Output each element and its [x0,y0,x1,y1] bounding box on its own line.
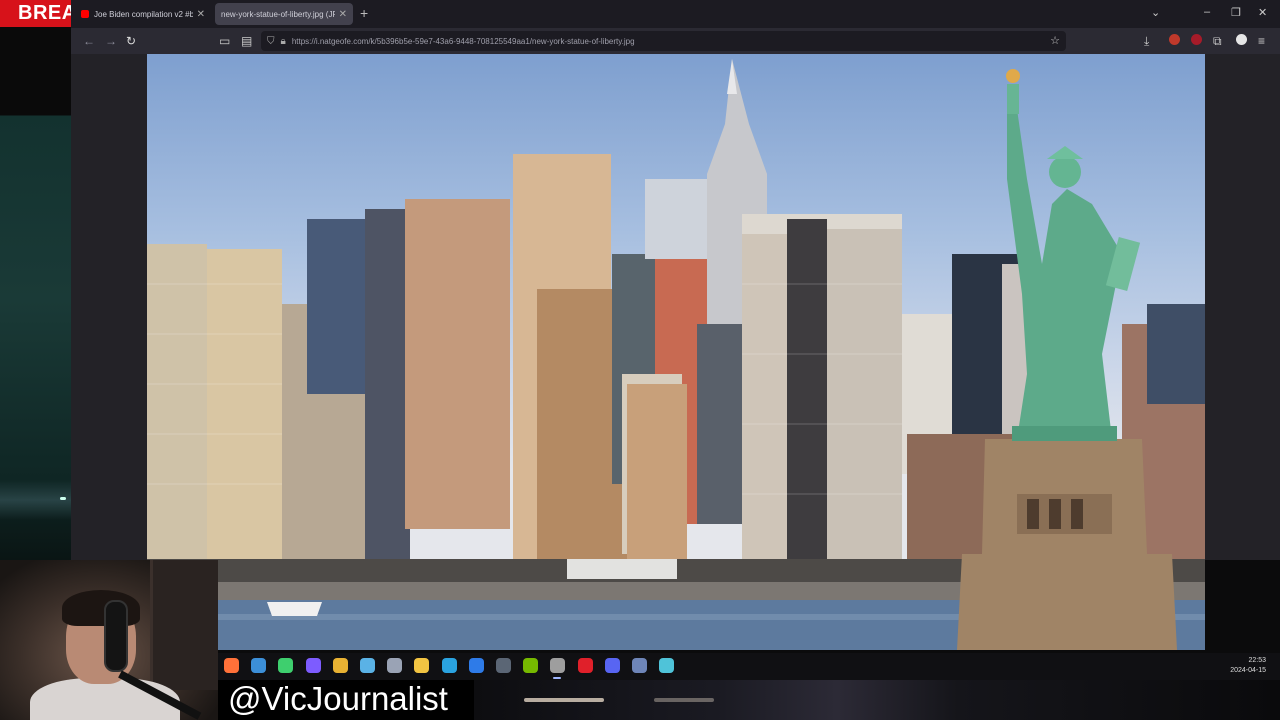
stream-background-bottom [474,680,1280,720]
firefox-blue-icon[interactable] [468,658,484,673]
background-light [524,698,604,702]
notepad-icon[interactable] [659,658,675,673]
telegram-icon[interactable] [441,658,457,673]
breaking-news-text: BREA [18,2,71,24]
close-tab-icon[interactable]: ✕ [339,9,347,20]
account-icon[interactable] [1236,34,1247,45]
reader-view-icon[interactable]: ▤ [241,34,252,48]
extension-red-icon[interactable] [1169,34,1180,45]
settings-icon[interactable] [387,658,403,673]
background-light-dot [60,497,66,500]
forward-icon[interactable]: → [105,34,117,48]
breaking-news-banner: BREA [0,0,71,27]
url-text[interactable]: https://i.natgeofe.com/k/5b396b5e-59e7-4… [292,37,635,46]
minimize-icon[interactable]: – [1204,6,1210,18]
close-tab-icon[interactable]: ✕ [197,9,205,20]
back-icon[interactable]: ← [83,34,95,48]
steam-icon[interactable] [496,658,511,673]
lock-icon[interactable]: 🔒︎ [281,36,286,47]
monitor-icon[interactable] [360,658,375,673]
restore-icon[interactable]: ❐ [1231,6,1241,19]
calculator-icon[interactable] [632,658,647,673]
streamer-webcam [0,560,218,720]
new-york-statue-of-liberty-image[interactable] [147,54,1205,650]
tab-bar: Joe Biden compilation v2 #bide ✕ new-yor… [71,0,1280,28]
active-app-indicator [553,677,562,679]
background-light-glow [0,480,71,520]
extension-ublock-icon[interactable] [1191,34,1202,45]
stream-background-left [0,0,71,560]
extensions-puzzle-icon[interactable]: ⧉ [1213,34,1222,49]
address-bar[interactable]: ⛉ 🔒︎ https://i.natgeofe.com/k/5b396b5e-5… [261,31,1066,51]
tab-statue-of-liberty-image[interactable]: new-york-statue-of-liberty.jpg (JP ✕ [215,3,353,25]
tab-title: Joe Biden compilation v2 #bide [94,9,193,19]
background-light [654,698,714,702]
shield-icon[interactable]: ⛉ [267,36,275,47]
close-icon[interactable]: ✕ [1258,6,1267,19]
nyc-skyline-illustration [147,59,1205,650]
clock-time: 22:53 [1248,657,1266,664]
streamer-handle: @VicJournalist [228,680,448,717]
opera-icon[interactable] [577,658,593,673]
downloads-icon[interactable]: ⤓ [1144,34,1149,49]
system-clock[interactable]: 22:53 2024-04-15 [1230,656,1266,676]
streamer-hair [62,590,140,626]
edge-icon[interactable] [251,658,267,673]
microphone-icon [104,600,128,672]
reload-icon[interactable]: ↻ [126,34,136,48]
app-hex-icon[interactable] [278,658,294,673]
webcam-background-door [150,560,218,690]
new-tab-button[interactable]: + [360,5,368,21]
obs-icon[interactable] [550,658,566,673]
firefox-icon[interactable] [224,658,239,673]
chrome-icon[interactable] [332,658,348,673]
chevron-down-icon[interactable]: ⌄ [1151,6,1160,19]
folder-icon[interactable] [414,658,430,673]
clock-date: 2024-04-15 [1230,667,1266,674]
bookmark-star-icon[interactable]: ☆ [1050,34,1060,47]
handle-banner: @VicJournalist [218,680,474,720]
tab-title: new-york-statue-of-liberty.jpg (JP [221,9,335,19]
taskbar: 22:53 2024-04-15 [218,653,1280,680]
sidebar-icon[interactable]: ▭ [219,34,230,48]
tab-joe-biden-video[interactable]: Joe Biden compilation v2 #bide ✕ [75,3,211,25]
nvidia-icon[interactable] [523,658,539,673]
menu-icon[interactable]: ≡ [1258,34,1265,48]
app-infinity-icon[interactable] [305,658,321,673]
youtube-icon [81,10,89,18]
navigation-toolbar: ← → ↻ ▭ ▤ ⛉ 🔒︎ https://i.natgeofe.com/k/… [71,28,1280,54]
discord-icon[interactable] [604,658,620,673]
